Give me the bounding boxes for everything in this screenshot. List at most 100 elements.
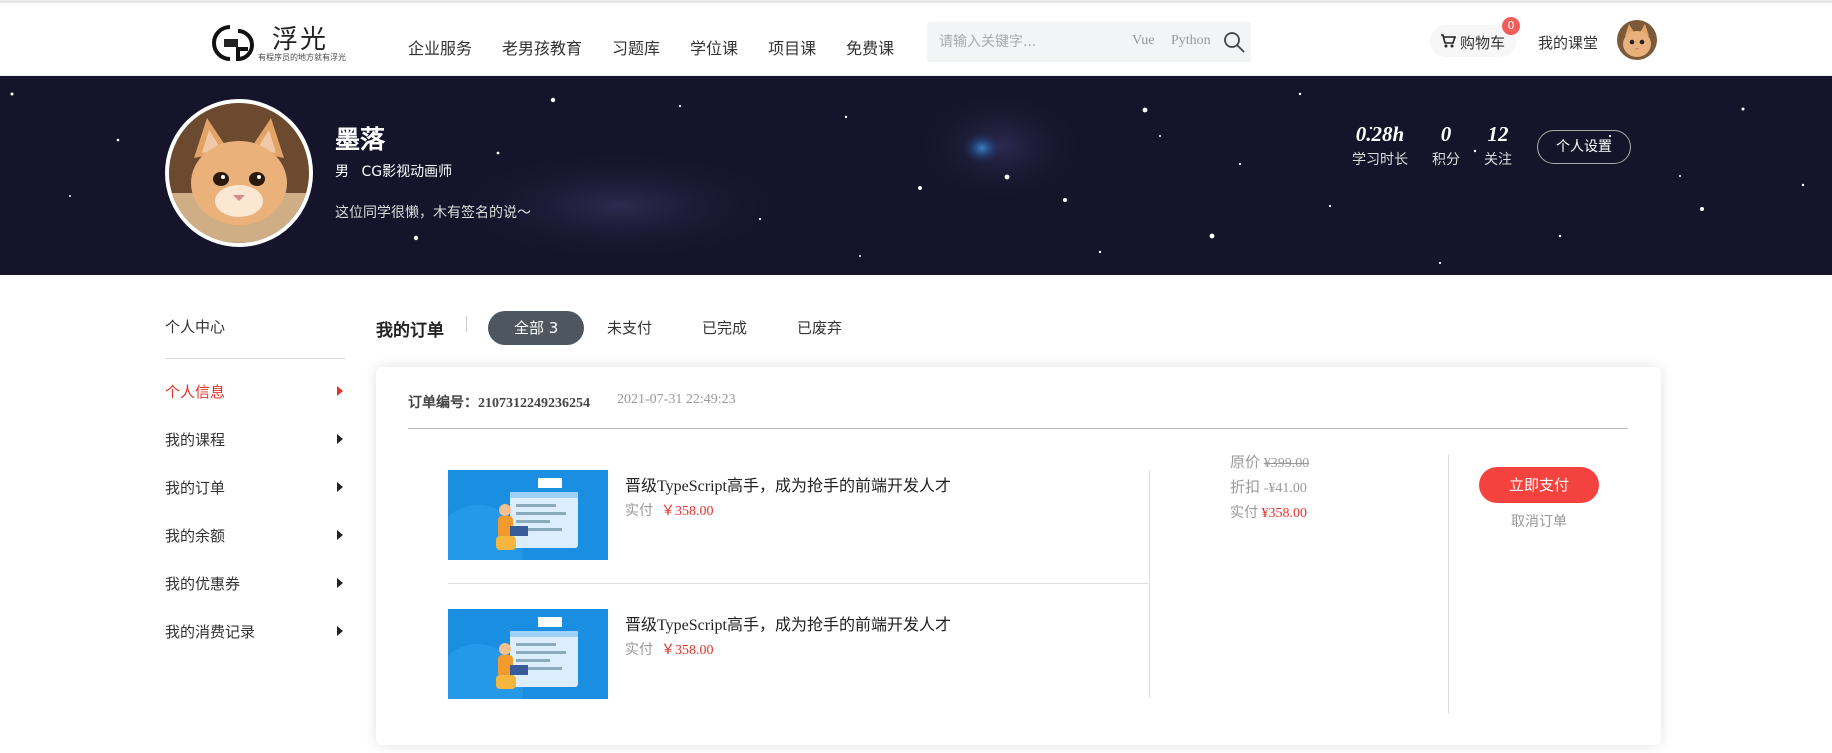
tab-discarded[interactable]: 已废弃 [797,311,842,345]
cart-icon [1441,34,1456,48]
stat-study-time: 0.28h 学习时长 [1352,122,1408,169]
course-price-value: ￥358.00 [661,504,714,519]
sidebar-item-spending[interactable]: 我的消费记录 [165,621,343,643]
paid-value: ¥358.00 [1261,506,1308,521]
top-header: 浮光 有程序员的地方就有浮光 企业服务 老男孩教育 习题库 学位课 项目课 免费… [0,0,1832,76]
logo-title: 浮光 [272,25,329,55]
profile-banner: 墨落 男 CG影视动画师 这位同学很懒，木有签名的说～ 0.28h 学习时长 0… [0,76,1832,275]
sidebar-title: 个人中心 [165,318,226,336]
user-title-row: 男 CG影视动画师 [335,161,460,181]
logo-mark-icon [212,25,254,62]
paid-row: 实付 ¥358.00 [1230,501,1309,526]
paid-label: 实付 [1230,506,1258,521]
sidebar-item-label: 个人信息 [165,383,226,401]
logo-subtitle: 有程序员的地方就有浮光 [258,53,346,62]
user-name: 墨落 [335,125,386,154]
tab-all[interactable]: 全部 3 [488,311,585,345]
course-title[interactable]: 晋级TypeScript高手，成为抢手的前端开发人才 [625,611,951,635]
stat-following: 12 关注 [1484,122,1512,169]
stat-label: 积分 [1432,152,1460,168]
cat-avatar-icon [1617,20,1657,60]
sidebar-divider [165,358,345,359]
caret-right-icon [337,386,343,396]
price-actions-divider [1448,455,1449,713]
user-gender: 男 [335,164,349,180]
caret-right-icon [337,626,343,636]
course-thumbnail[interactable] [448,609,608,699]
sidebar-item-courses[interactable]: 我的课程 [165,429,343,451]
stat-label: 学习时长 [1352,152,1408,168]
search-box: Vue Python [927,22,1251,62]
original-price-row: 原价 ¥399.00 [1230,451,1309,476]
course-price-label: 实付 [625,504,653,519]
tab-completed[interactable]: 已完成 [702,311,747,345]
nav-item-projects[interactable]: 项目课 [768,35,816,59]
order-course-item[interactable]: 晋级TypeScript高手，成为抢手的前端开发人才 实付 ￥358.00 [448,470,1148,562]
order-price-summary: 原价 ¥399.00 折扣 -¥41.00 实付 ¥358.00 [1230,451,1309,526]
caret-right-icon [337,578,343,588]
cat-photo-icon [169,103,309,243]
original-price-label: 原价 [1230,455,1261,471]
header-avatar[interactable] [1617,20,1657,60]
nav-item-exercises[interactable]: 习题库 [612,35,660,59]
my-classroom-link[interactable]: 我的课堂 [1538,32,1598,53]
stat-value: 0.28h [1355,122,1405,146]
items-price-divider [1149,470,1150,698]
order-card: 订单编号：2107312249236254 2021-07-31 22:49:2… [376,367,1661,745]
search-input[interactable] [939,32,1119,52]
caret-right-icon [337,482,343,492]
course-cover-icon [448,470,608,560]
nav-item-free[interactable]: 免费课 [846,35,894,59]
course-title[interactable]: 晋级TypeScript高手，成为抢手的前端开发人才 [625,472,951,496]
caret-right-icon [337,434,343,444]
cart-label: 购物车 [1460,34,1506,52]
nav-item-oldboy[interactable]: 老男孩教育 [502,35,582,59]
sidebar-item-label: 我的课程 [165,431,226,449]
nav-item-degree[interactable]: 学位课 [690,35,738,59]
pay-now-button[interactable]: 立即支付 [1479,467,1599,503]
sidebar-item-label: 我的优惠券 [165,575,241,593]
sidebar-item-orders[interactable]: 我的订单 [165,477,343,499]
search-tag-vue[interactable]: Vue [1132,33,1154,49]
stat-label: 关注 [1484,152,1512,168]
orders-title-divider [466,316,467,332]
caret-right-icon [337,530,343,540]
tab-unpaid[interactable]: 未支付 [607,311,652,345]
main-nav: 企业服务 老男孩教育 习题库 学位课 项目课 免费课 [408,35,924,59]
course-price-label: 实付 [625,643,653,658]
course-price-value: ￥358.00 [661,643,714,658]
cart-button[interactable]: 购物车 0 [1430,17,1520,57]
stat-points: 0 积分 [1432,122,1460,169]
original-price-value: ¥399.00 [1263,456,1310,471]
sidebar-item-label: 我的余额 [165,527,226,545]
course-divider [448,583,1148,584]
sidebar-item-coupons[interactable]: 我的优惠券 [165,573,343,595]
course-price: 实付 ￥358.00 [625,639,714,659]
orders-title: 我的订单 [376,321,444,341]
site-logo[interactable]: 浮光 有程序员的地方就有浮光 [210,17,350,67]
user-occupation: CG影视动画师 [361,164,453,180]
course-cover-icon [448,609,608,699]
stat-value: 0 [1440,122,1452,146]
sidebar-item-balance[interactable]: 我的余额 [165,525,343,547]
stat-value: 12 [1487,122,1509,146]
discount-label: 折扣 [1230,480,1261,496]
order-header-divider [408,428,1628,429]
cart-count-badge: 0 [1502,17,1520,35]
discount-value: -¥41.00 [1263,481,1307,496]
search-icon[interactable] [1222,30,1246,54]
profile-avatar[interactable] [165,99,313,247]
course-price: 实付 ￥358.00 [625,500,714,520]
order-time: 2021-07-31 22:49:23 [617,392,736,407]
sidebar-item-profile[interactable]: 个人信息 [165,381,343,403]
course-thumbnail[interactable] [448,470,608,560]
order-course-item[interactable]: 晋级TypeScript高手，成为抢手的前端开发人才 实付 ￥358.00 [448,609,1148,701]
nav-item-enterprise[interactable]: 企业服务 [408,35,472,59]
profile-settings-button[interactable]: 个人设置 [1537,130,1631,164]
sidebar-item-label: 我的消费记录 [165,623,256,641]
order-number: 订单编号：2107312249236254 [408,396,590,411]
cancel-order-link[interactable]: 取消订单 [1511,511,1567,531]
search-tag-python[interactable]: Python [1171,33,1211,49]
discount-row: 折扣 -¥41.00 [1230,476,1309,501]
sidebar-item-label: 我的订单 [165,479,226,497]
